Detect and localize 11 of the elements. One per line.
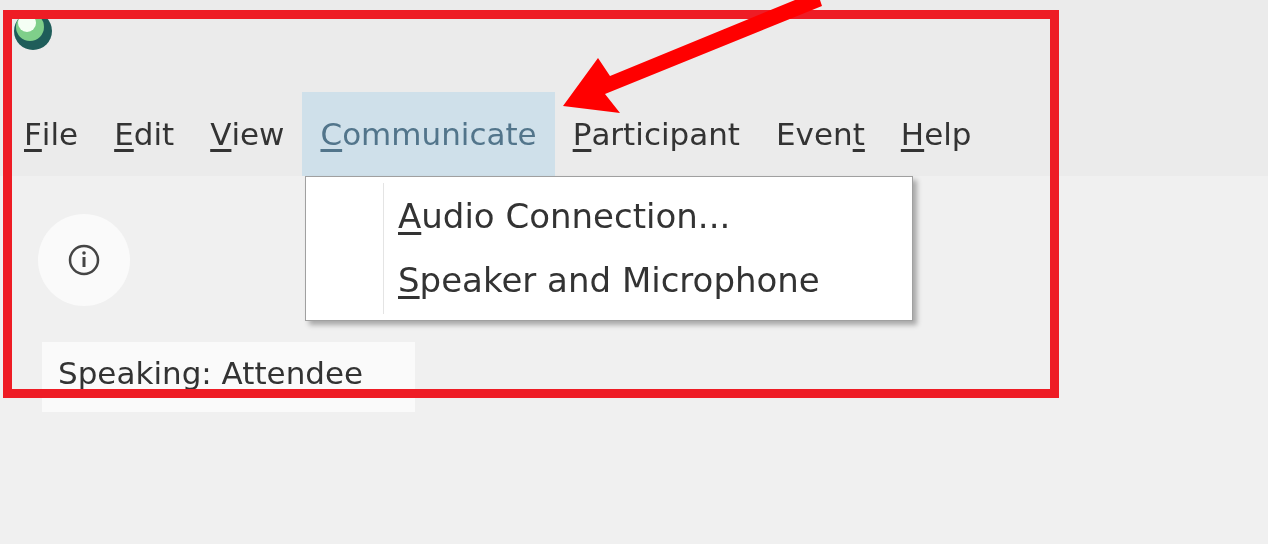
speaking-label: Speaking: Attendee [58, 355, 364, 391]
menu-item[interactable]: Event [758, 92, 883, 176]
menu-item[interactable]: File [6, 92, 97, 176]
menu-item[interactable]: Help [882, 92, 990, 176]
menu-item[interactable]: Participant [554, 92, 759, 176]
dropdown-item[interactable]: Speaker and Microphone [398, 251, 820, 309]
dropdown-item[interactable]: Audio Connection... [398, 187, 820, 245]
menu-item[interactable]: Communicate [302, 92, 555, 176]
info-icon [67, 243, 101, 277]
menu-item[interactable]: Edit [96, 92, 193, 176]
menu-item[interactable]: View [192, 92, 303, 176]
